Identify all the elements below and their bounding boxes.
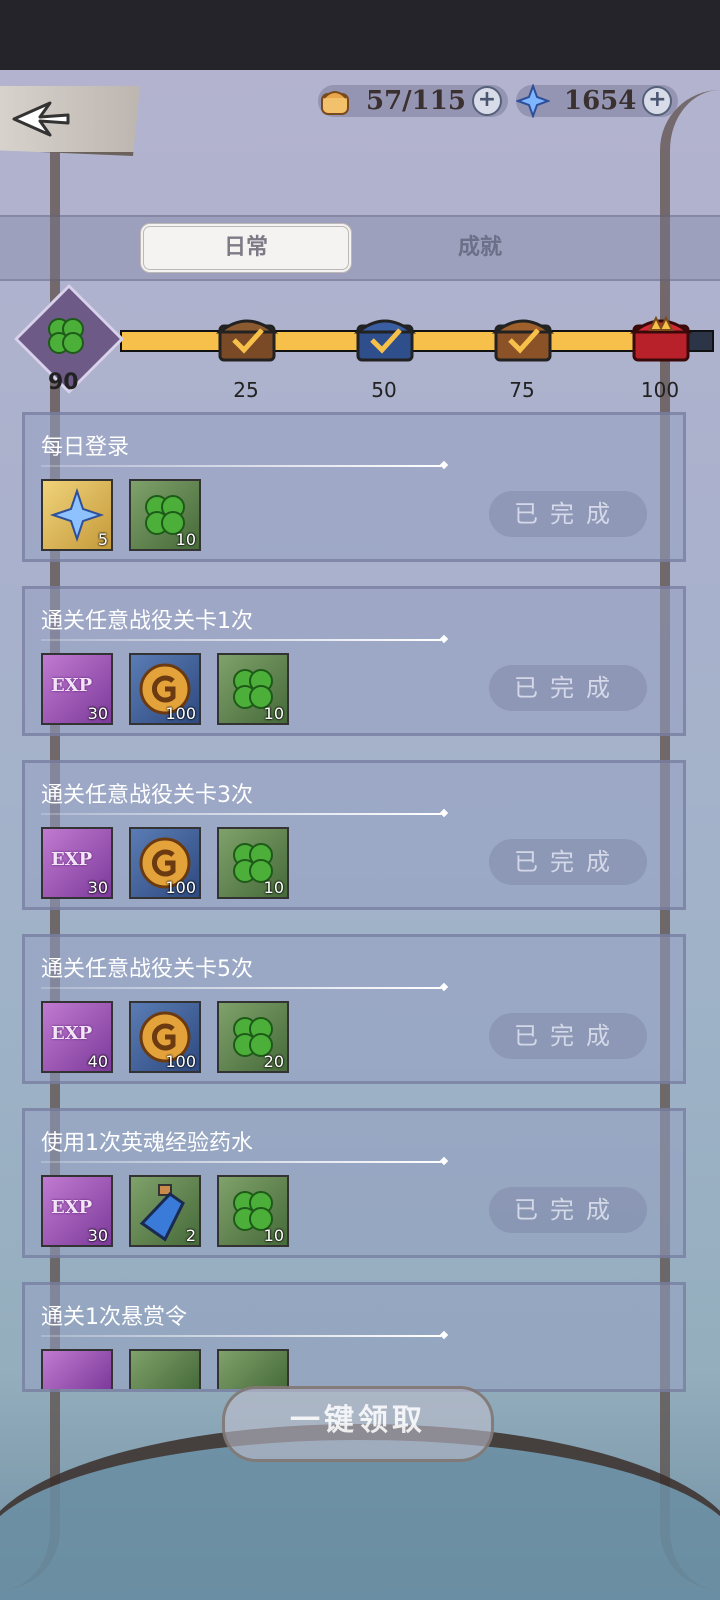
reward-count: 10: [263, 878, 284, 897]
completed-button[interactable]: 已完成: [489, 839, 647, 885]
quest-screen: 57/115 + 1654 + 日常 成就 90 25 50 75 100 每日…: [0, 70, 720, 1600]
reward-count: 10: [263, 704, 284, 723]
reward-exp[interactable]: EXP 30: [41, 827, 113, 899]
quest-divider: [41, 1335, 441, 1337]
reward-gold[interactable]: 100: [129, 827, 201, 899]
quest-divider: [41, 1161, 441, 1163]
stamina-display: 57/115 +: [318, 82, 508, 120]
chest-icon[interactable]: [630, 310, 692, 364]
tab-bar: 日常 成就: [0, 215, 720, 281]
back-button[interactable]: [0, 86, 140, 156]
exp-icon: EXP: [51, 675, 93, 696]
quest-item: 使用1次英魂经验药水 EXP 30 2 10 已完成: [22, 1108, 686, 1258]
quest-title: 每日登录: [41, 435, 130, 460]
reward-count: 5: [97, 530, 108, 549]
back-arrow-icon: [12, 101, 70, 137]
completed-button[interactable]: 已完成: [489, 491, 647, 537]
reward-exp[interactable]: [41, 1349, 113, 1389]
reward-count: 30: [87, 878, 108, 897]
quest-title: 使用1次英魂经验药水: [41, 1131, 253, 1156]
reward-exp[interactable]: EXP 30: [41, 653, 113, 725]
quest-title: 通关任意战役关卡1次: [41, 609, 253, 634]
reward-count: 10: [263, 1226, 284, 1245]
chest-icon[interactable]: [354, 310, 416, 364]
completed-button[interactable]: 已完成: [489, 1187, 647, 1233]
reward-exp[interactable]: EXP 40: [41, 1001, 113, 1073]
chest-icon[interactable]: [216, 310, 278, 364]
reward-clover[interactable]: 20: [217, 1001, 289, 1073]
reward-clover[interactable]: 10: [129, 479, 201, 551]
quest-item: 通关任意战役关卡5次 EXP 40 100 20 已完成: [22, 934, 686, 1084]
quest-divider: [41, 813, 441, 815]
completed-button[interactable]: 已完成: [489, 1013, 647, 1059]
exp-icon: EXP: [51, 1197, 93, 1218]
milestone-label: 75: [509, 378, 535, 402]
quest-item: 通关任意战役关卡3次 EXP 30 100 10 已完成: [22, 760, 686, 910]
reward-count: 100: [165, 878, 196, 897]
activity-progress: 90 25 50 75 100: [0, 283, 720, 402]
quest-title: 通关任意战役关卡5次: [41, 957, 253, 982]
add-gem-button[interactable]: +: [642, 86, 673, 116]
reward-gold[interactable]: 100: [129, 1001, 201, 1073]
reward-count: 100: [165, 1052, 196, 1071]
reward-exp[interactable]: EXP 30: [41, 1175, 113, 1247]
quest-divider: [41, 465, 441, 467]
reward-star-gem[interactable]: 5: [41, 479, 113, 551]
activity-score: 90: [48, 370, 79, 395]
quest-divider: [41, 987, 441, 989]
clover-icon: [30, 300, 102, 372]
reward-clover[interactable]: 10: [217, 653, 289, 725]
reward-clover[interactable]: [217, 1349, 289, 1389]
quest-title: 通关任意战役关卡3次: [41, 783, 253, 808]
reward-count: 40: [87, 1052, 108, 1071]
exp-icon: EXP: [51, 849, 93, 870]
milestone-label: 25: [233, 378, 259, 402]
quest-divider: [41, 639, 441, 641]
reward-count: 10: [175, 530, 196, 549]
claim-all-button[interactable]: 一键领取: [222, 1386, 494, 1462]
reward-count: 100: [165, 704, 196, 723]
quest-title: 通关1次悬赏令: [41, 1305, 187, 1330]
status-bar: [0, 0, 720, 70]
reward-gold[interactable]: 100: [129, 653, 201, 725]
reward-potion[interactable]: 2: [129, 1175, 201, 1247]
add-stamina-button[interactable]: +: [471, 86, 502, 116]
reward-clover[interactable]: 10: [217, 1175, 289, 1247]
tab-daily[interactable]: 日常: [140, 223, 352, 273]
reward-count: 20: [263, 1052, 284, 1071]
progress-track: [120, 330, 714, 352]
completed-button[interactable]: 已完成: [489, 665, 647, 711]
reward-potion[interactable]: [129, 1349, 201, 1389]
star-gem-icon: [516, 84, 550, 118]
tab-achievement[interactable]: 成就: [380, 223, 580, 273]
exp-icon: EXP: [51, 1023, 93, 1044]
quest-item: 通关1次悬赏令: [22, 1282, 686, 1392]
gem-display: 1654 +: [516, 82, 679, 120]
milestone-label: 50: [371, 378, 397, 402]
reward-clover[interactable]: 10: [217, 827, 289, 899]
quest-item: 通关任意战役关卡1次 EXP 30 100 10 已完成: [22, 586, 686, 736]
reward-count: 2: [185, 1226, 196, 1245]
milestone-label: 100: [640, 378, 680, 402]
reward-count: 30: [87, 1226, 108, 1245]
chest-icon[interactable]: [492, 310, 554, 364]
reward-count: 30: [87, 704, 108, 723]
quest-item: 每日登录 5 10 已完成: [22, 412, 686, 562]
bread-icon: [321, 91, 349, 115]
